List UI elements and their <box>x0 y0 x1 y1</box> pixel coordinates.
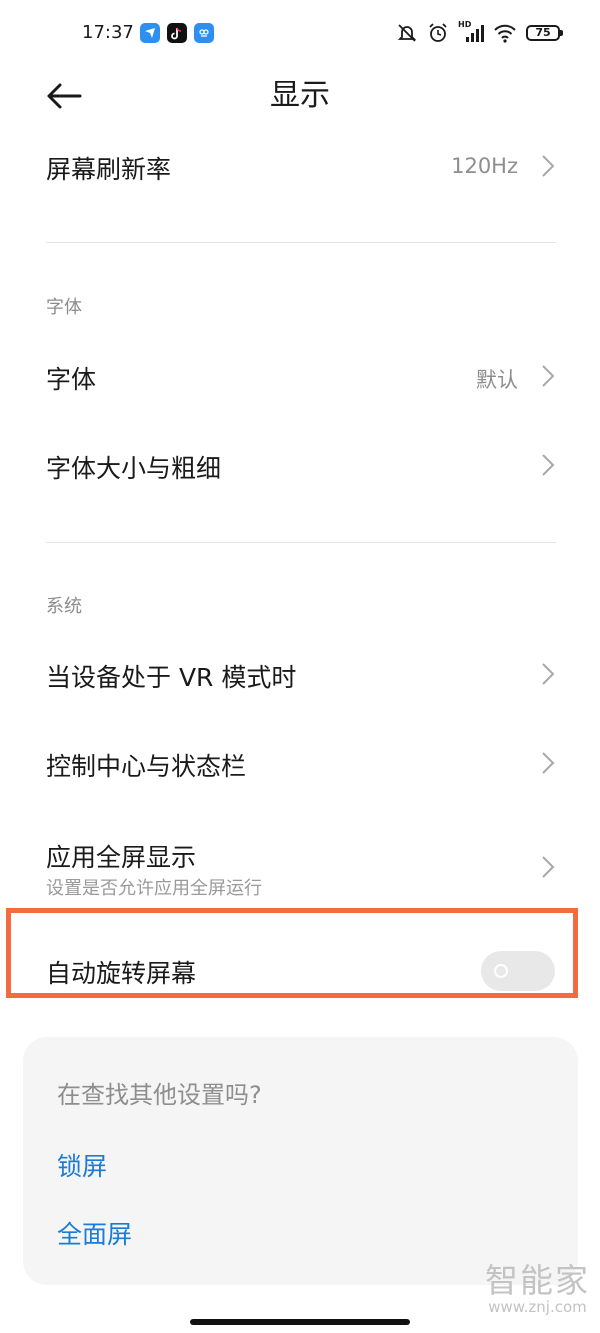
page-header: 显示 <box>0 66 600 126</box>
watermark-sub: www.znj.com <box>488 1298 587 1316</box>
toggle-knob <box>494 964 508 978</box>
settings-row-font[interactable]: 字体 默认 <box>0 340 600 412</box>
feishu-icon <box>140 23 160 43</box>
wallet-icon <box>194 23 214 43</box>
watermark-main: 智能家 <box>485 1261 590 1300</box>
row-label: 控制中心与状态栏 <box>46 752 247 781</box>
tiktok-icon <box>167 23 187 43</box>
divider <box>46 542 556 543</box>
signal-icon: HD <box>458 20 484 44</box>
auto-rotate-toggle[interactable] <box>481 951 555 991</box>
chevron-right-icon <box>542 365 555 387</box>
row-value: 120Hz <box>451 154 518 178</box>
wifi-icon <box>493 23 517 43</box>
row-value: 默认 <box>476 368 518 392</box>
chevron-right-icon <box>542 663 555 685</box>
search-suggestions-card: 在查找其他设置吗? 锁屏 全面屏 <box>23 1037 578 1285</box>
card-title: 在查找其他设置吗? <box>57 1081 262 1109</box>
status-time: 17:37 <box>82 22 134 43</box>
row-label: 字体大小与粗细 <box>46 454 222 483</box>
watermark-logo: 智能家 www.znj.com <box>485 1261 590 1316</box>
chevron-right-icon <box>542 752 555 774</box>
status-bar: 17:37 HD 75 <box>0 0 600 66</box>
page-title: 显示 <box>270 78 330 113</box>
home-indicator[interactable] <box>190 1319 410 1325</box>
bell-muted-icon <box>396 22 418 44</box>
battery-icon: 75 <box>526 25 563 41</box>
alarm-icon <box>427 22 449 44</box>
row-label: 字体 <box>46 365 97 394</box>
link-lock-screen[interactable]: 锁屏 <box>57 1147 107 1183</box>
battery-level: 75 <box>535 26 551 39</box>
row-label: 应用全屏显示 <box>46 843 197 872</box>
settings-row-vr-mode[interactable]: 当设备处于 VR 模式时 <box>0 638 600 710</box>
section-label-system: 系统 <box>46 596 82 617</box>
settings-row-fullscreen[interactable]: 应用全屏显示 设置是否允许应用全屏运行 <box>0 820 600 906</box>
section-label-font: 字体 <box>46 297 82 318</box>
link-fullscreen[interactable]: 全面屏 <box>57 1215 132 1251</box>
network-badge: HD <box>458 20 472 29</box>
divider <box>46 242 556 243</box>
chevron-right-icon <box>542 155 555 177</box>
row-label: 屏幕刷新率 <box>46 155 172 184</box>
row-label: 自动旋转屏幕 <box>46 959 197 988</box>
row-label: 当设备处于 VR 模式时 <box>46 663 297 692</box>
chevron-right-icon <box>542 454 555 476</box>
settings-row-control-center[interactable]: 控制中心与状态栏 <box>0 727 600 799</box>
chevron-right-icon <box>542 856 555 878</box>
settings-row-refresh-rate[interactable]: 屏幕刷新率 120Hz <box>0 130 600 202</box>
settings-row-font-size[interactable]: 字体大小与粗细 <box>0 429 600 501</box>
row-subtitle: 设置是否允许应用全屏运行 <box>46 878 262 899</box>
